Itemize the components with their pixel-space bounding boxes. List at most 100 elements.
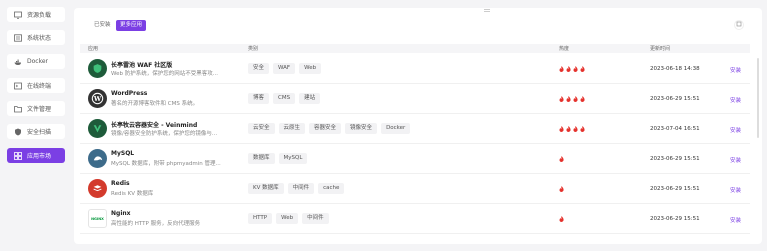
mysql-logo-icon <box>88 149 107 168</box>
folder-icon <box>14 105 22 113</box>
tab-installed[interactable]: 已安装 <box>90 20 115 31</box>
table-row[interactable]: W WordPress 著名的开源博客软件和 CMS 系统。 博客 CMS 建站… <box>80 84 750 114</box>
app-name: Redis <box>111 180 130 187</box>
header-category: 类别 <box>248 46 259 52</box>
header-heat: 热度 <box>559 46 570 52</box>
sidebar-item-online-terminal[interactable]: 在线终端 <box>7 78 65 93</box>
install-button[interactable]: 安装 <box>730 186 741 194</box>
table-row[interactable]: Redis Redis KV 数据库 KV 数据库 中间件 cache 2023… <box>80 174 750 204</box>
table-row[interactable]: 长亭雷池 WAF 社区版 Web 防护系统，保护您的网站不受黑客攻... 安全 … <box>80 54 750 84</box>
heat-rating <box>559 156 564 162</box>
wordpress-logo-icon: W <box>88 89 107 108</box>
sidebar-item-label: 系统状态 <box>27 35 52 42</box>
drag-handle-icon <box>484 9 490 12</box>
terminal-icon <box>14 82 22 90</box>
tag: 安全 <box>248 63 270 74</box>
shield-icon <box>14 128 22 136</box>
install-button[interactable]: 安装 <box>730 66 741 74</box>
tag: HTTP <box>248 213 273 224</box>
flame-icon <box>566 96 571 102</box>
sidebar-item-label: 安全扫描 <box>27 129 52 136</box>
tag: WAF <box>273 63 296 74</box>
app-description: Web 防护系统，保护您的网站不受黑客攻... <box>111 71 218 77</box>
table-row[interactable]: 长亭牧云容器安全 - Veinmind 镜像/容器安全防护系统，保护您的镜像与.… <box>80 114 750 144</box>
sidebar-item-app-market[interactable]: 应用市场 <box>7 148 65 163</box>
updated-time: 2023-06-29 15:51 <box>650 156 700 162</box>
tag: 云原生 <box>278 123 306 134</box>
veinmind-logo-icon <box>88 119 107 138</box>
sidebar-item-system-status[interactable]: 系统状态 <box>7 30 65 45</box>
list-icon <box>14 33 22 42</box>
flame-icon <box>559 216 564 222</box>
heat-rating <box>559 96 585 102</box>
sidebar: 资源负载 系统状态 Docker 在线终端 文件管理 安全扫描 应用市场 <box>0 0 72 251</box>
tag-list: KV 数据库 中间件 cache <box>248 183 345 194</box>
apps-icon <box>14 151 22 160</box>
flame-icon <box>573 96 578 102</box>
flame-icon <box>580 96 585 102</box>
tag: Web <box>299 63 322 74</box>
table-row[interactable]: MySQL MySQL 数据库，附带 phpmyadmin 管理... 数据库 … <box>80 144 750 174</box>
tag: 云安全 <box>248 123 275 134</box>
flame-icon <box>566 126 571 132</box>
tag: 博客 <box>248 93 270 104</box>
refresh-button[interactable] <box>734 20 744 30</box>
redis-logo-icon <box>88 179 107 198</box>
tag: KV 数据库 <box>248 183 284 194</box>
app-description: 镜像/容器安全防护系统，保护您的镜像与... <box>111 131 218 137</box>
heat-rating <box>559 126 585 132</box>
flame-icon <box>573 66 578 72</box>
flame-icon <box>559 66 564 72</box>
app-market-panel: 已安装 更多应用 应用 类别 热度 更新时间 长亭雷池 WAF 社区版 Web … <box>74 8 762 244</box>
tag: Web <box>276 213 299 224</box>
updated-time: 2023-06-29 15:51 <box>650 186 700 192</box>
tag-list: 博客 CMS 建站 <box>248 93 321 104</box>
heat-rating <box>559 66 585 72</box>
sidebar-item-label: 应用市场 <box>27 153 52 160</box>
scrollbar[interactable] <box>757 58 759 138</box>
flame-icon <box>559 156 564 162</box>
tab-more-apps[interactable]: 更多应用 <box>116 20 147 31</box>
app-description: 高性能的 HTTP 服务，反向代理服务 <box>111 221 201 227</box>
tag: cache <box>318 183 345 194</box>
safeline-logo-icon <box>88 59 107 78</box>
sidebar-item-label: 资源负载 <box>27 12 52 19</box>
sidebar-item-label: 文件管理 <box>27 106 52 113</box>
install-button[interactable]: 安装 <box>730 156 741 164</box>
header-app: 应用 <box>88 46 99 52</box>
header-updated: 更新时间 <box>650 46 671 52</box>
sidebar-item-file-manager[interactable]: 文件管理 <box>7 101 65 116</box>
heat-rating <box>559 216 564 222</box>
sidebar-item-security-scan[interactable]: 安全扫描 <box>7 124 65 139</box>
app-name: MySQL <box>111 150 135 157</box>
updated-time: 2023-06-29 15:51 <box>650 96 700 102</box>
table-row[interactable]: NGINX Nginx 高性能的 HTTP 服务，反向代理服务 HTTP Web… <box>80 204 750 234</box>
flame-icon <box>580 66 585 72</box>
sidebar-item-resource-load[interactable]: 资源负载 <box>7 7 65 22</box>
tag-list: 云安全 云原生 容器安全 镜像安全 Docker <box>248 123 411 134</box>
install-button[interactable]: 安装 <box>730 126 741 134</box>
tag: 镜像安全 <box>345 123 378 134</box>
docker-icon <box>14 58 22 66</box>
install-button[interactable]: 安装 <box>730 96 741 104</box>
app-description: 著名的开源博客软件和 CMS 系统。 <box>111 101 199 107</box>
app-name: 长亭雷池 WAF 社区版 <box>111 62 173 69</box>
svg-text:W: W <box>93 95 102 103</box>
flame-icon <box>580 126 585 132</box>
sidebar-item-docker[interactable]: Docker <box>7 54 65 69</box>
app-description: Redis KV 数据库 <box>111 191 154 197</box>
install-button[interactable]: 安装 <box>730 216 741 224</box>
updated-time: 2023-06-29 15:51 <box>650 216 700 222</box>
tag: 中间件 <box>302 213 329 224</box>
flame-icon <box>559 126 564 132</box>
app-name: WordPress <box>111 90 148 97</box>
tag: 中间件 <box>287 183 315 194</box>
nginx-logo-icon: NGINX <box>88 209 107 228</box>
refresh-icon <box>736 21 742 29</box>
tag: 建站 <box>299 93 321 104</box>
flame-icon <box>559 96 564 102</box>
updated-time: 2023-07-04 16:51 <box>650 126 700 132</box>
flame-icon <box>559 186 564 192</box>
tag: Docker <box>381 123 411 134</box>
heat-rating <box>559 186 564 192</box>
